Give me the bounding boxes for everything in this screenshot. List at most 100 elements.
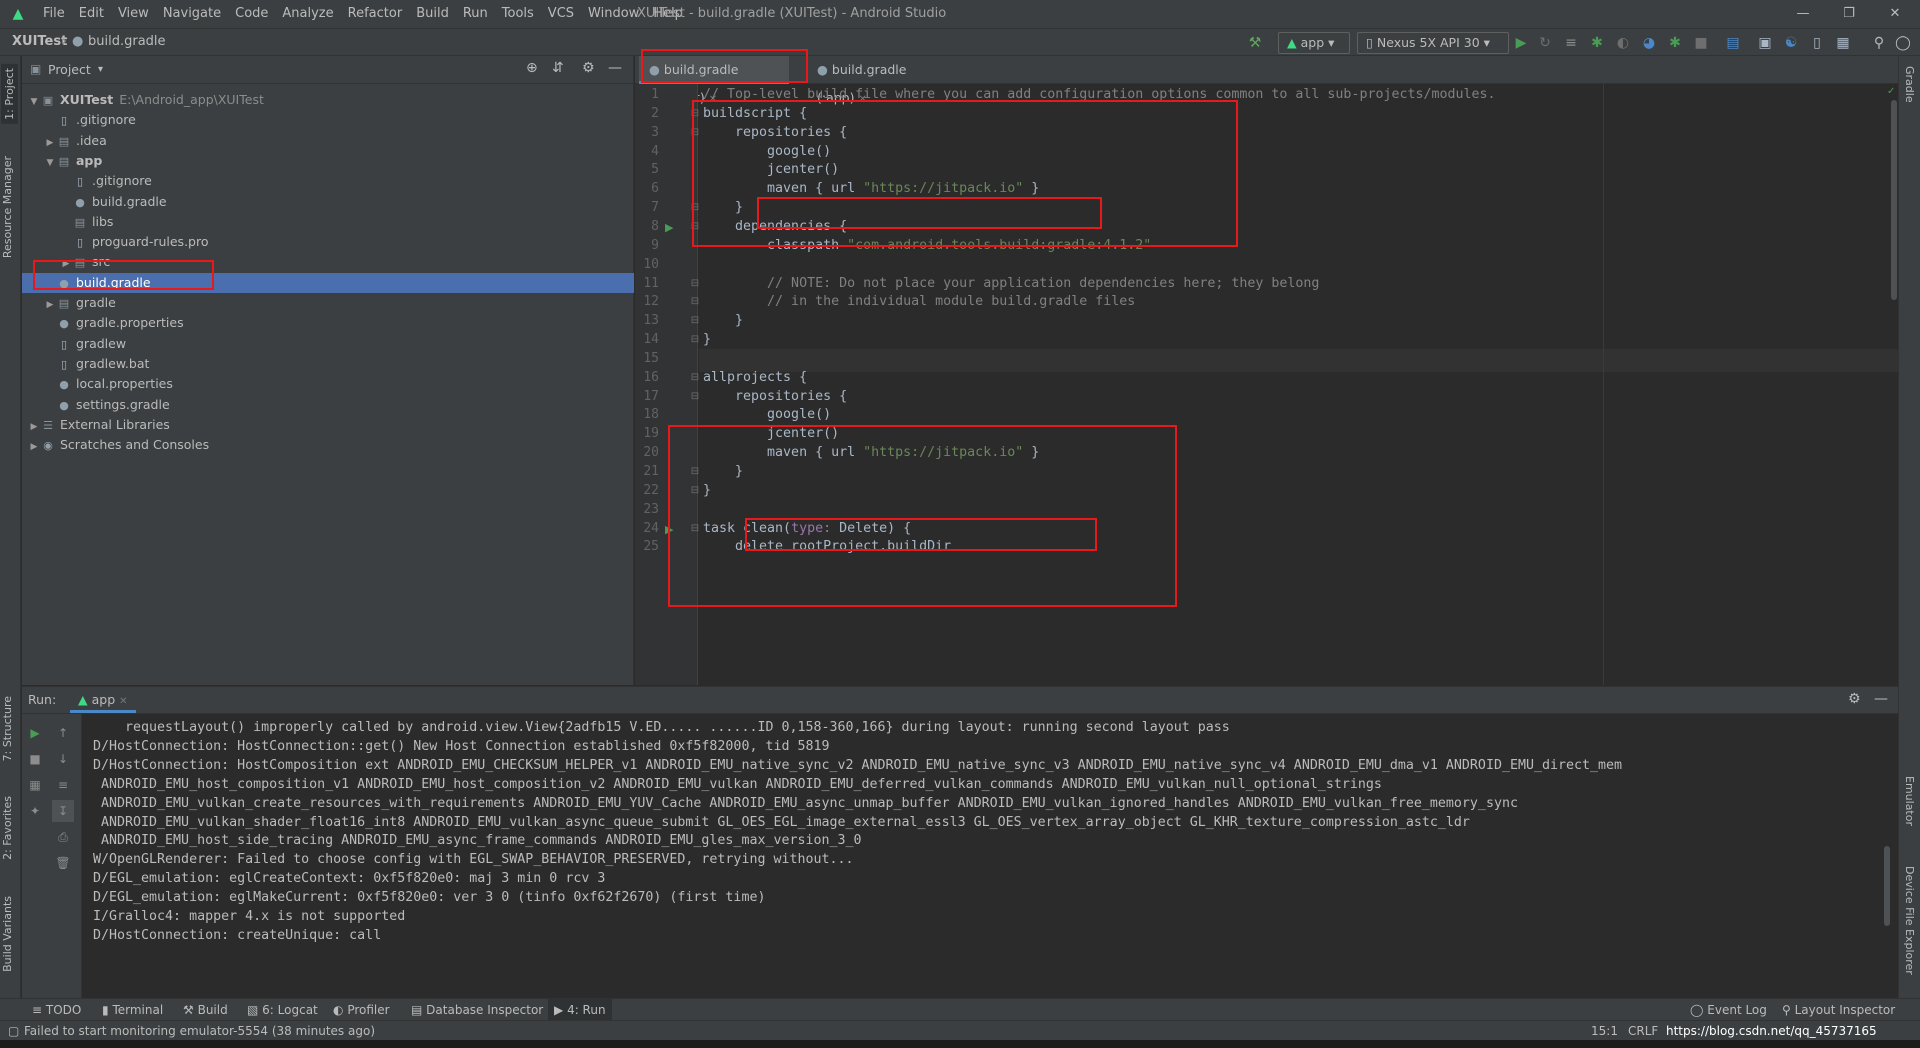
close-tab-icon[interactable]: ✕ (119, 696, 127, 707)
collapsed-arrow-icon[interactable]: ▶ (28, 437, 40, 457)
avd-manager-icon[interactable]: ▯ (1807, 33, 1827, 53)
coverage-icon[interactable]: ✱ (1665, 33, 1685, 53)
stop-icon[interactable]: ■ (1691, 33, 1711, 53)
tree-item[interactable]: ▯ gradlew.bat (22, 354, 634, 374)
fold-icon[interactable]: ⊟ (690, 315, 700, 326)
menu-navigate[interactable]: Navigate (156, 0, 228, 28)
collapse-all-icon[interactable]: ⇵ (552, 60, 564, 76)
tree-item[interactable]: ▯ proguard-rules.pro (22, 232, 634, 252)
pin-icon[interactable]: ✦ (24, 800, 46, 822)
device-select[interactable]: ▯ Nexus 5X API 30 ▾ (1357, 32, 1509, 54)
run-icon[interactable]: ▶ (1511, 33, 1531, 53)
tree-item[interactable]: ▤ libs (22, 212, 634, 232)
minimize-icon[interactable]: — (1780, 0, 1826, 28)
tree-item[interactable]: ● build.gradle (22, 192, 634, 212)
layout-inspector-tab[interactable]: ⚲ Layout Inspector (1782, 999, 1895, 1021)
menu-file[interactable]: File (36, 0, 72, 28)
profile-icon[interactable]: ◐ (1613, 33, 1633, 53)
tree-item[interactable]: ▯ .gitignore (22, 110, 634, 130)
collapsed-arrow-icon[interactable]: ▶ (44, 133, 56, 153)
device-file-explorer-tab[interactable]: Device File Explorer (1903, 866, 1916, 975)
restore-icon[interactable]: ❐ (1826, 0, 1872, 28)
close-window-icon[interactable]: ✕ (1872, 0, 1918, 28)
breadcrumb-project[interactable]: XUITest (12, 29, 67, 55)
collapsed-arrow-icon[interactable]: ▶ (44, 295, 56, 315)
hide-panel-icon[interactable]: — (608, 60, 622, 76)
breadcrumb-file[interactable]: build.gradle (88, 29, 166, 55)
console-scrollbar[interactable] (1884, 846, 1890, 926)
editor-scrollbar[interactable] (1891, 100, 1897, 300)
menu-edit[interactable]: Edit (72, 0, 111, 28)
stop-run-icon[interactable]: ■ (24, 748, 46, 770)
menu-build[interactable]: Build (409, 0, 456, 28)
todo-tab[interactable]: ≡ TODO (32, 999, 81, 1021)
terminal-tab[interactable]: ▮ Terminal (102, 999, 163, 1021)
rerun-icon[interactable]: ▶ (24, 722, 46, 744)
make-project-icon[interactable]: ⚒ (1245, 33, 1265, 53)
scroll-to-end-icon[interactable]: ↧ (52, 800, 74, 822)
chevron-down-icon[interactable]: ▾ (98, 56, 103, 84)
profiler-tab[interactable]: ◐ Profiler (333, 999, 390, 1021)
tree-item[interactable]: ▼ ▤ app (22, 151, 634, 171)
tree-item[interactable]: ● local.properties (22, 374, 634, 394)
search-icon[interactable]: ⚲ (1869, 33, 1889, 53)
debug-icon[interactable]: ✱ (1587, 33, 1607, 53)
attach-debugger-icon[interactable]: ◕ (1639, 33, 1659, 53)
run-tab-app[interactable]: ▲ app ✕ (70, 687, 136, 713)
project-view-selector[interactable]: Project (48, 56, 91, 84)
layout-icon[interactable]: ▦ (24, 774, 46, 796)
favorites-tab[interactable]: 2: Favorites (1, 796, 14, 860)
expanded-arrow-icon[interactable]: ▼ (28, 92, 40, 112)
tree-item[interactable]: ▼ ▣ XUITest E:\Android_app\XUITest (22, 90, 634, 110)
vcs-icon[interactable]: ◯ (1893, 33, 1913, 53)
build-tab[interactable]: ⚒ Build (183, 999, 228, 1021)
hide-panel-icon[interactable]: — (1874, 691, 1888, 707)
fold-icon[interactable]: ⊟ (690, 391, 700, 402)
status-message[interactable]: Failed to start monitoring emulator-5554… (24, 1021, 375, 1041)
caret-position[interactable]: 15:1 (1591, 1021, 1618, 1041)
menu-code[interactable]: Code (228, 0, 275, 28)
collapsed-arrow-icon[interactable]: ▶ (28, 417, 40, 437)
gear-icon[interactable]: ⚙ (1848, 691, 1861, 707)
database-inspector-tab[interactable]: ▤ Database Inspector (411, 999, 543, 1021)
apply-code-changes-icon[interactable]: ≡ (1561, 33, 1581, 53)
tree-item[interactable]: ▶ ◉ Scratches and Consoles (22, 435, 634, 455)
fold-icon[interactable]: ⊟ (690, 334, 700, 345)
fold-icon[interactable]: ⊟ (690, 372, 700, 383)
tab-build-gradle-app[interactable]: ● build.gradle (:app) ✕ (807, 56, 957, 105)
expanded-arrow-icon[interactable]: ▼ (44, 153, 56, 173)
event-log-tab[interactable]: ◯ Event Log (1690, 999, 1767, 1021)
print-icon[interactable]: ⎙ (52, 826, 74, 848)
menu-view[interactable]: View (111, 0, 156, 28)
run-gutter-icon[interactable]: ▶ (665, 221, 673, 234)
menu-refactor[interactable]: Refactor (341, 0, 410, 28)
menu-tools[interactable]: Tools (495, 0, 541, 28)
tree-item[interactable]: ● gradle.properties (22, 313, 634, 333)
structure-tab[interactable]: 7: Structure (1, 696, 14, 761)
project-tool-tab[interactable]: 1: Project (1, 64, 18, 124)
sdk-manager-icon[interactable]: ☯ (1781, 33, 1801, 53)
scroll-down-icon[interactable]: ↓ (52, 748, 74, 770)
tree-item[interactable]: ▯ gradlew (22, 334, 634, 354)
layout-inspector-tb-icon[interactable]: ▦ (1833, 33, 1853, 53)
run-tool-tab[interactable]: ▶ 4: Run (548, 999, 612, 1021)
apply-changes-icon[interactable]: ↻ (1535, 33, 1555, 53)
locate-icon[interactable]: ⊕ (526, 60, 538, 76)
menu-analyze[interactable]: Analyze (275, 0, 340, 28)
soft-wrap-icon[interactable]: ≡ (52, 774, 74, 796)
scroll-up-icon[interactable]: ↑ (52, 722, 74, 744)
tree-item[interactable]: ▶ ▤ gradle (22, 293, 634, 313)
gradle-tab[interactable]: Gradle (1903, 66, 1916, 103)
tree-item[interactable]: ▯ .gitignore (22, 171, 634, 191)
line-separator[interactable]: CRLF (1628, 1021, 1658, 1041)
tree-item[interactable]: ▶ ☰ External Libraries (22, 415, 634, 435)
emulator-tab[interactable]: Emulator (1903, 776, 1916, 826)
menu-run[interactable]: Run (456, 0, 495, 28)
build-variants-tab[interactable]: Build Variants (1, 896, 14, 972)
fold-icon[interactable]: ⊟ (690, 296, 700, 307)
clear-all-icon[interactable]: 🗑 (52, 852, 74, 874)
gear-icon[interactable]: ⚙ (582, 60, 595, 76)
tree-item[interactable]: ▶ ▤ .idea (22, 131, 634, 151)
project-structure-icon[interactable]: ▣ (1755, 33, 1775, 53)
tree-item[interactable]: ● settings.gradle (22, 395, 634, 415)
